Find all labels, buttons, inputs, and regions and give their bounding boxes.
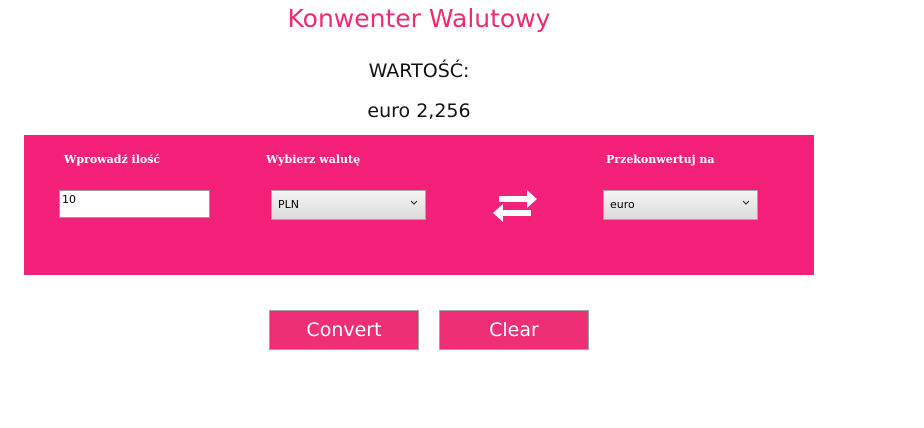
from-currency-select[interactable]: PLN xyxy=(271,190,426,220)
app-title: Konwenter Walutowy xyxy=(287,4,551,33)
amount-input[interactable]: 10 xyxy=(59,190,210,218)
result-value: euro 2,256 xyxy=(367,100,471,122)
convert-button[interactable]: Convert xyxy=(269,310,419,350)
from-currency-label: Wybierz walutę xyxy=(266,153,361,166)
to-currency-label: Przekonwertuj na xyxy=(606,153,715,166)
amount-label: Wprowadź ilość xyxy=(64,153,161,166)
from-currency-value: PLN xyxy=(278,198,299,211)
to-currency-select[interactable]: euro xyxy=(603,190,758,220)
result-label: WARTOŚĆ: xyxy=(368,60,470,82)
chevron-down-icon xyxy=(742,200,750,205)
swap-arrows-icon[interactable] xyxy=(493,188,537,224)
to-currency-value: euro xyxy=(610,198,635,211)
chevron-down-icon xyxy=(410,200,418,205)
clear-button[interactable]: Clear xyxy=(439,310,589,350)
converter-panel: Wprowadź ilość 10 Wybierz walutę PLN Prz… xyxy=(24,135,814,275)
